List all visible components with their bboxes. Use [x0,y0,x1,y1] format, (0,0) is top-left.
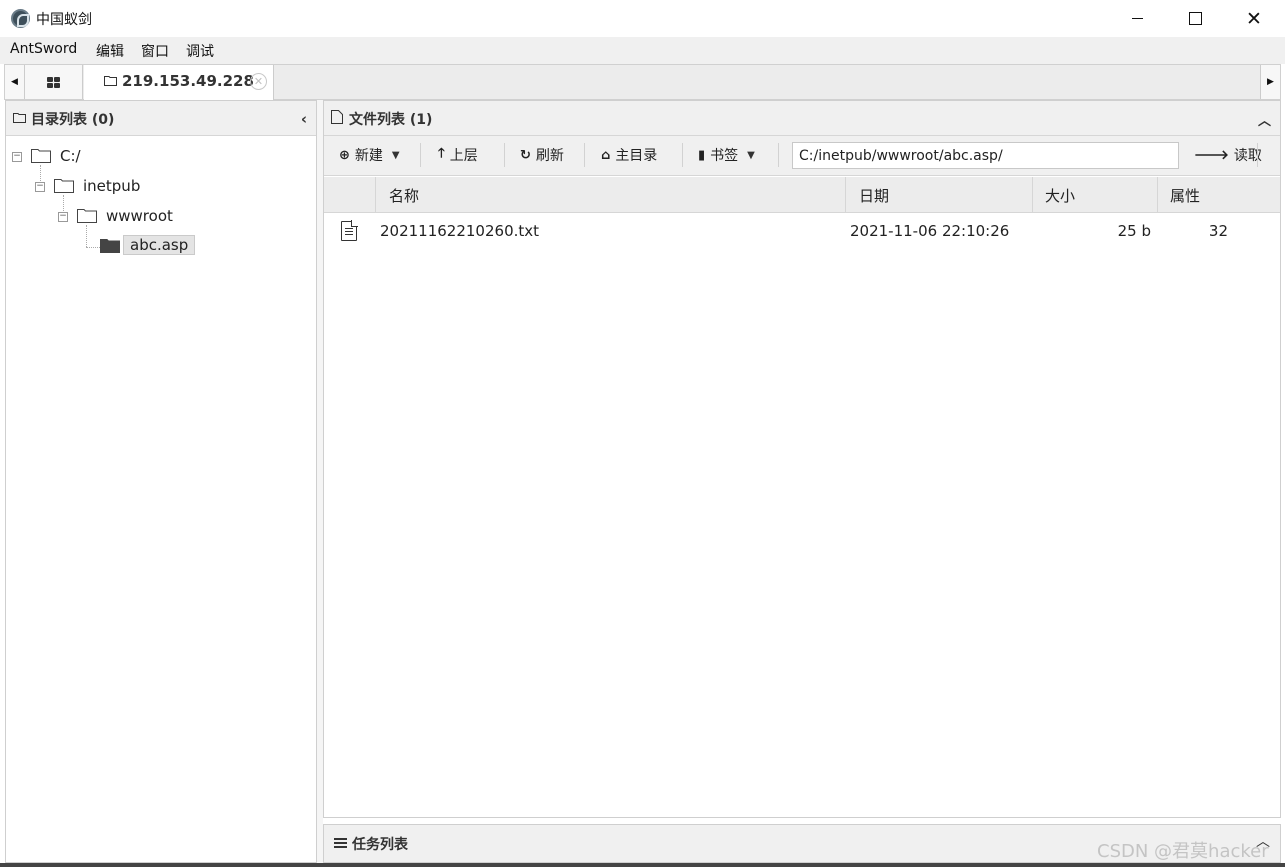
column-header-attr[interactable]: 属性 [1157,177,1280,213]
chevron-down-icon: ▼ [747,149,755,161]
toolbar-divider [1257,143,1258,167]
task-panel-title: 任务列表 [352,837,408,853]
read-button[interactable]: 🡒 读取 [1194,142,1262,168]
toolbar-divider [778,143,779,167]
toolbar-divider [420,143,421,167]
new-button[interactable]: ⊕ 新建 ▼ [339,142,400,168]
file-name: 20211162210260.txt [380,222,540,240]
tree-node-label: inetpub [83,177,141,195]
column-header-size[interactable]: 大小 [1032,177,1157,213]
tree-node-label: C:/ [60,147,81,165]
chevron-down-icon: ▼ [391,149,400,161]
file-grid-header: 名称 日期 大小 属性 [324,177,1280,213]
home-icon: ⌂ [601,147,611,163]
directory-tree: − C:/ − inetpub − wwwroot abc.asp [6,137,316,837]
file-panel-header: 文件列表 (1) ︿ [324,101,1280,136]
menu-debug[interactable]: 调试 [186,41,214,61]
file-panel-title: 文件列表 (1) [349,112,433,128]
file-row[interactable]: 20211162210260.txt 2021-11-06 22:10:26 2… [324,214,1280,248]
maximize-button[interactable] [1166,0,1224,37]
collapse-toggle-icon[interactable]: − [58,212,68,222]
tree-node-label-selected: abc.asp [123,235,196,255]
home-directory-label: 主目录 [615,148,658,164]
menu-window[interactable]: 窗口 [141,41,169,61]
minimize-button[interactable] [1108,0,1166,37]
tree-node-abc-asp[interactable]: abc.asp [6,235,306,259]
bottom-edge [0,863,1285,867]
arrow-up-icon: 🡑 [438,146,445,161]
window-title: 中国蚁剑 [36,12,92,28]
menu-antsword[interactable]: AntSword [10,41,77,57]
column-header-name[interactable]: 名称 [375,177,845,213]
collapse-toggle-icon[interactable]: − [35,182,45,192]
directory-panel-header: 目录列表 (0) ‹ [6,101,316,136]
directory-panel-title: 目录列表 (0) [31,112,115,128]
close-button[interactable]: ✕ [1225,0,1283,37]
file-size: 25 b [1117,222,1151,240]
directory-panel: 目录列表 (0) ‹ − C:/ − inetpub − wwwroot abc… [5,100,317,863]
folder-filled-icon [100,239,120,253]
column-header-icon[interactable] [324,177,375,213]
file-icon [331,110,343,124]
watermark-text: CSDN @君莫hacker [1097,841,1269,862]
arrow-right-icon: 🡒 [1194,148,1229,163]
tab-scroll-left-button[interactable]: ◀ [5,65,25,99]
file-attr: 32 [1208,222,1228,240]
toolbar-divider [504,143,505,167]
file-panel: 文件列表 (1) ︿ ⊕ 新建 ▼ 🡑 上层 ↻ 刷新 ⌂ 主目录 ▮ 书签 ▼… [323,100,1281,818]
menu-bar: AntSword 编辑 窗口 调试 [0,37,1285,64]
folder-icon [104,76,117,86]
bookmark-icon: ▮ [698,147,706,163]
file-toolbar: ⊕ 新建 ▼ 🡑 上层 ↻ 刷新 ⌂ 主目录 ▮ 书签 ▼ C:/inetpub… [324,136,1280,176]
bookmark-label: 书签 [710,148,739,164]
collapse-up-icon[interactable]: ︿ [1258,110,1271,129]
menu-edit[interactable]: 编辑 [96,41,124,61]
tree-node-wwwroot[interactable]: − wwwroot [6,205,306,229]
plus-circle-icon: ⊕ [339,147,350,163]
tab-bar: ◀ 219.153.49.228 ✕ ▶ [4,64,1281,100]
antsword-window: 中国蚁剑 ✕ AntSword 编辑 窗口 调试 ◀ 219.153.49.22… [0,0,1285,867]
refresh-label: 刷新 [535,148,564,164]
tab-close-icon[interactable]: ✕ [250,73,267,90]
grid-icon [47,76,60,88]
folder-icon [13,113,26,123]
list-icon [334,838,347,849]
up-level-button[interactable]: 🡑 上层 [438,142,478,168]
home-directory-button[interactable]: ⌂ 主目录 [601,142,657,168]
tab-label: 219.153.49.228 [122,72,254,90]
new-label: 新建 [354,148,383,164]
folder-icon [31,149,51,163]
toolbar-divider [682,143,683,167]
tab-shell-session[interactable]: 219.153.49.228 ✕ [84,65,274,100]
bookmark-button[interactable]: ▮ 书签 ▼ [698,142,755,168]
up-level-label: 上层 [449,148,478,164]
tree-node-label: wwwroot [106,207,173,225]
tab-scroll-right-button[interactable]: ▶ [1260,65,1280,99]
tree-node-inetpub[interactable]: − inetpub [6,175,306,199]
title-bar: 中国蚁剑 ✕ [0,0,1285,37]
file-date: 2021-11-06 22:10:26 [850,222,1010,240]
tree-node-c-drive[interactable]: − C:/ [6,145,306,169]
toolbar-divider [584,143,585,167]
folder-icon [77,209,97,223]
collapse-left-icon[interactable]: ‹ [301,110,307,128]
column-header-date[interactable]: 日期 [845,177,1032,213]
path-input[interactable] [792,142,1179,169]
refresh-button[interactable]: ↻ 刷新 [520,142,564,168]
folder-icon [54,179,74,193]
refresh-icon: ↻ [520,147,531,163]
app-logo-icon [11,9,30,28]
text-file-icon [341,220,358,241]
tab-home[interactable] [25,65,83,99]
collapse-toggle-icon[interactable]: − [12,152,22,162]
